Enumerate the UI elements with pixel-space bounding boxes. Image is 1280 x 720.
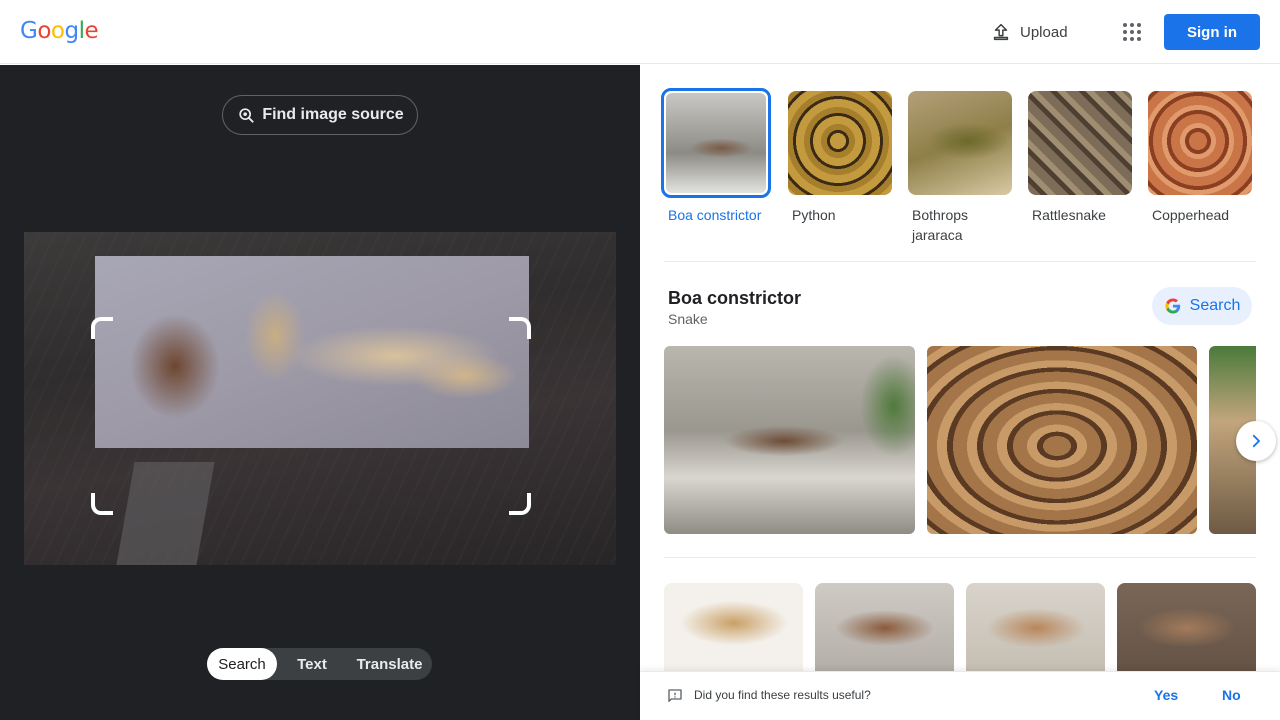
chip-thumbnail xyxy=(1148,91,1252,195)
feedback-yes-button[interactable]: Yes xyxy=(1154,687,1178,703)
logo-letter: o xyxy=(50,18,65,44)
find-image-source-button[interactable]: Find image source xyxy=(222,95,418,135)
logo-letter: e xyxy=(84,18,99,44)
chip-bothrops-jararaca[interactable]: Bothrops jararaca xyxy=(908,91,1018,245)
mode-search-button[interactable]: Search xyxy=(207,648,277,680)
google-g-icon xyxy=(1165,298,1180,314)
chip-copperhead[interactable]: Copperhead xyxy=(1148,91,1258,225)
image-viewer-panel: Find image source Search Text Translate xyxy=(0,65,640,720)
mode-switch: Search Text Translate xyxy=(207,648,432,680)
knowledge-image[interactable] xyxy=(927,346,1197,534)
crop-selection-frame[interactable] xyxy=(91,317,531,515)
knowledge-image[interactable] xyxy=(664,346,915,534)
chevron-right-icon xyxy=(1252,434,1260,448)
chip-rattlesnake[interactable]: Rattlesnake xyxy=(1028,91,1138,225)
chip-label: Python xyxy=(792,207,836,223)
logo-letter: g xyxy=(64,18,79,44)
crop-handle-top-left[interactable] xyxy=(91,317,113,339)
crop-handle-top-right[interactable] xyxy=(509,317,531,339)
mode-text-button[interactable]: Text xyxy=(277,648,347,680)
visual-match-image[interactable] xyxy=(966,583,1105,671)
mode-translate-button[interactable]: Translate xyxy=(347,648,432,680)
chip-boa-constrictor[interactable]: Boa constrictor xyxy=(661,88,774,225)
related-chips: Boa constrictor Python Bothrops jararaca… xyxy=(661,88,1264,251)
top-bar: Google Upload Sign in xyxy=(0,0,1280,64)
google-logo[interactable]: Google xyxy=(20,18,99,44)
upload-label: Upload xyxy=(1020,23,1068,41)
logo-letter: o xyxy=(37,18,51,44)
chip-label: Copperhead xyxy=(1152,207,1230,223)
results-panel: Boa constrictor Python Bothrops jararaca… xyxy=(640,65,1280,720)
feedback-bar: Did you find these results useful? Yes N… xyxy=(640,671,1280,720)
carousel-next-button[interactable] xyxy=(1236,421,1276,461)
chip-thumbnail xyxy=(661,88,771,198)
crop-handle-bottom-right[interactable] xyxy=(509,493,531,515)
visual-match-image[interactable] xyxy=(815,583,954,671)
section-divider xyxy=(664,261,1256,262)
lens-search-icon xyxy=(239,108,254,123)
feedback-icon xyxy=(668,689,682,702)
chip-thumbnail xyxy=(1028,91,1132,195)
knowledge-search-button[interactable]: Search xyxy=(1152,287,1252,325)
feedback-no-button[interactable]: No xyxy=(1222,687,1241,703)
sign-in-button[interactable]: Sign in xyxy=(1164,14,1260,50)
chip-python[interactable]: Python xyxy=(788,91,898,225)
logo-letter: G xyxy=(20,18,38,44)
visual-matches-grid xyxy=(664,583,1256,671)
upload-icon xyxy=(993,23,1009,41)
chip-label: Boa constrictor xyxy=(668,207,762,223)
chip-label: Rattlesnake xyxy=(1032,207,1106,223)
knowledge-search-label: Search xyxy=(1189,297,1241,314)
chip-thumbnail xyxy=(908,91,1012,195)
chip-label: Bothrops jararaca xyxy=(912,207,969,243)
upload-button[interactable]: Upload xyxy=(990,18,1068,46)
knowledge-panel-title: Boa constrictor xyxy=(668,288,802,308)
chip-thumbnail xyxy=(788,91,892,195)
visual-match-image[interactable] xyxy=(664,583,803,671)
feedback-question: Did you find these results useful? xyxy=(694,688,871,702)
knowledge-panel-subtitle: Snake xyxy=(668,311,708,327)
visual-match-image[interactable] xyxy=(1117,583,1256,671)
apps-grid-icon[interactable] xyxy=(1120,20,1144,44)
section-divider xyxy=(664,557,1256,558)
crop-handle-bottom-left[interactable] xyxy=(91,493,113,515)
knowledge-images-carousel xyxy=(664,346,1256,534)
find-image-source-label: Find image source xyxy=(262,106,404,123)
